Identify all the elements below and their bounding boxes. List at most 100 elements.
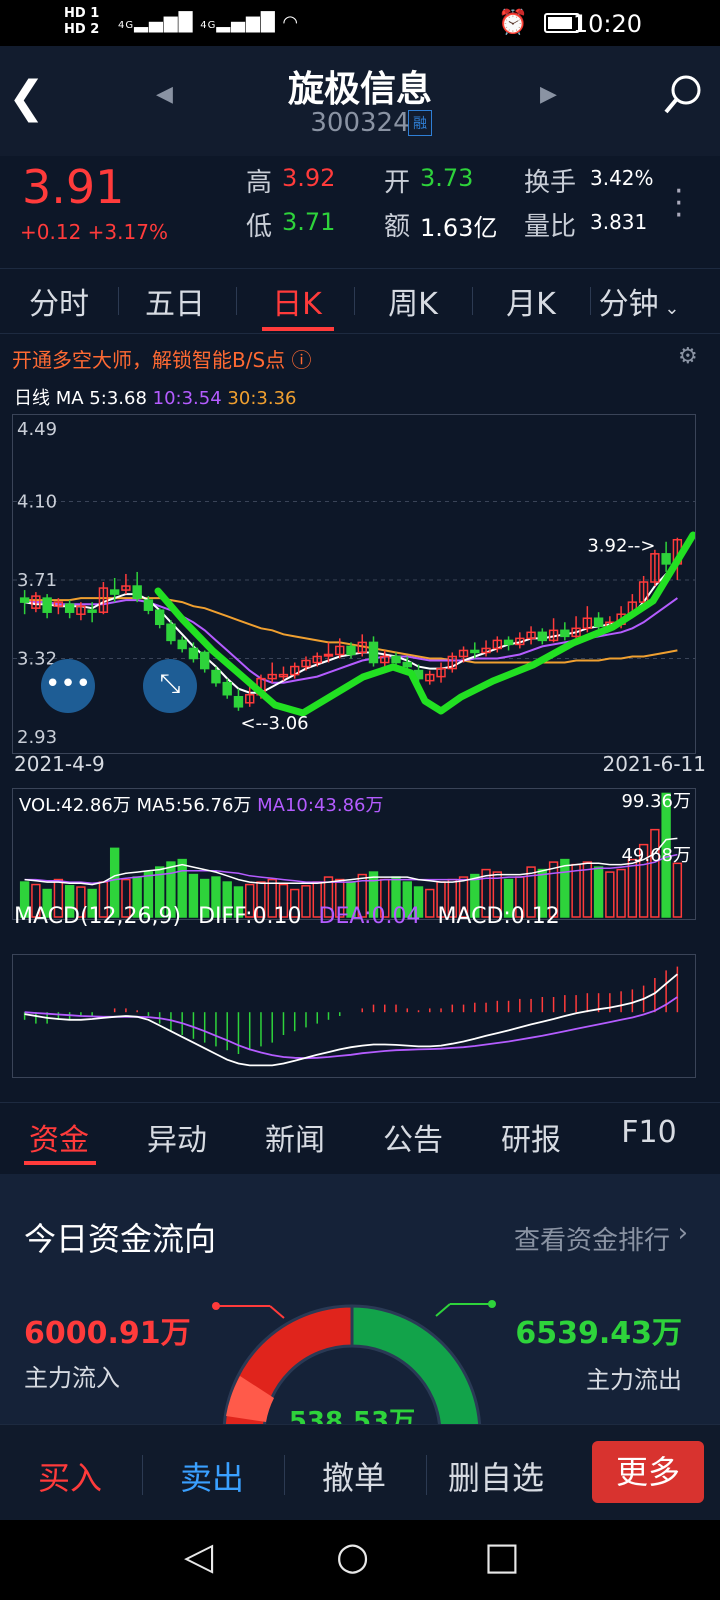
- more-options-icon[interactable]: · · ·: [674, 177, 684, 231]
- tab-news[interactable]: 新闻: [236, 1115, 354, 1159]
- tab-weekly-k[interactable]: 周K: [358, 279, 468, 323]
- tab-minute[interactable]: 分钟 ⌄: [584, 279, 694, 323]
- clock: 10:20: [572, 10, 642, 38]
- candle-body: [109, 589, 120, 595]
- tab-capital[interactable]: 资金: [0, 1115, 118, 1159]
- candle-body: [503, 639, 514, 646]
- candle-body: [368, 641, 379, 664]
- y-tick-label: 3.71: [17, 570, 57, 591]
- y-tick-label: 4.10: [17, 492, 57, 513]
- promo-banner[interactable]: 开通多空大师，解锁智能B/S点 ⓘ: [12, 344, 312, 373]
- candle-body: [391, 655, 401, 664]
- diff-line: [24, 973, 678, 1067]
- tab-five-day[interactable]: 五日: [120, 279, 230, 323]
- net-flow-value: 538.53万: [289, 1407, 415, 1424]
- tab-announcement[interactable]: 公告: [354, 1115, 472, 1159]
- chevron-down-icon: ⌄: [658, 298, 680, 319]
- candle-body: [470, 649, 480, 654]
- remove-watchlist-button[interactable]: 删自选: [426, 1453, 566, 1499]
- gear-icon[interactable]: ⚙: [678, 344, 698, 369]
- cellular-signal-icon: 4G▂▄▆█ 4G▂▄▆█ ◠: [118, 12, 300, 33]
- candle-body: [132, 585, 142, 599]
- trend-annotation-line: [154, 531, 697, 717]
- inflow-label: 主力流入: [24, 1364, 120, 1392]
- amount-value: 1.63亿: [420, 214, 498, 242]
- volume-ratio-value: 3.831: [590, 210, 648, 234]
- candle-body: [211, 669, 221, 684]
- high-annotation: 3.92-->: [587, 536, 655, 557]
- margin-badge: 融: [408, 110, 432, 136]
- candle-body: [200, 651, 210, 670]
- active-subtab-indicator: [24, 1161, 96, 1165]
- y-tick-label: 2.93: [17, 727, 57, 748]
- chart-start-date: 2021-4-9: [14, 752, 105, 776]
- volume-ratio-label: 量比: [524, 212, 577, 242]
- high-label: 高: [246, 168, 273, 198]
- volume-svg: VOL:42.86万 MA5:56.76万 MA10:43.86万 99.36万 4…: [19, 791, 691, 918]
- period-tabs: 分时 五日 日K 周K 月K 分钟 ⌄: [0, 268, 720, 334]
- trade-action-bar: 买入 卖出 撤单 删自选 更多: [0, 1424, 720, 1521]
- turnover-value: 3.42%: [590, 166, 654, 190]
- fullscreen-icon[interactable]: ⤡: [143, 659, 197, 713]
- volume-bar: [616, 868, 626, 918]
- candle-body: [661, 553, 671, 565]
- tab-movement[interactable]: 异动: [118, 1115, 236, 1159]
- tab-divider: [354, 287, 355, 315]
- kline-chart[interactable]: 4.49 4.10 3.71 3.32 2.93 3.92--> <--3.06 ••• ⤡: [12, 414, 697, 754]
- macd-svg: [23, 966, 679, 1067]
- tab-divider: [118, 287, 119, 315]
- tab-f10[interactable]: F10: [590, 1115, 708, 1150]
- low-annotation: <--3.06: [240, 713, 308, 734]
- candle-body: [166, 623, 176, 642]
- chart-menu-button[interactable]: •••: [41, 659, 95, 713]
- volume-chart[interactable]: VOL:42.86万 MA5:56.76万 MA10:43.86万 99.36万 4…: [12, 788, 696, 920]
- buy-button[interactable]: 买入: [0, 1453, 140, 1499]
- candle-body: [19, 597, 30, 603]
- candle-body: [233, 695, 244, 708]
- candle-body: [177, 639, 187, 650]
- chart-end-date: 2021-6-11: [602, 752, 706, 776]
- vol-ma10-label: MA10:43.86万: [257, 795, 383, 816]
- search-icon[interactable]: [664, 74, 704, 120]
- status-bar: HD 1 HD 2 4G▂▄▆█ 4G▂▄▆█ ◠ ⏰ 10:20: [0, 0, 720, 46]
- nav-home-icon[interactable]: ○: [336, 1534, 369, 1578]
- volume-bar: [571, 863, 581, 918]
- sell-button[interactable]: 卖出: [142, 1453, 282, 1499]
- outflow-label: 主力流出: [586, 1366, 682, 1394]
- stock-header: ❮ ◀ 旋极信息 300324 融 ▶: [0, 46, 720, 156]
- macd-chart[interactable]: [12, 954, 696, 1078]
- candle-body: [346, 645, 356, 656]
- quote-panel: 3.91 +0.12 +3.17% 高 3.92 低 3.71 开 3.73 额…: [0, 156, 720, 266]
- vol-mid-label: 49.68万: [621, 845, 691, 866]
- info-tabs: 资金 异动 新闻 公告 研报 F10: [0, 1102, 720, 1173]
- amount-label: 额: [384, 212, 411, 242]
- more-button[interactable]: 更多: [592, 1441, 704, 1503]
- tab-divider: [236, 287, 237, 315]
- nav-back-icon[interactable]: ◁: [184, 1534, 213, 1578]
- macd-legend: MACD(12,26,9) DIFF:0.10 DEA:0.04 MACD:0.…: [14, 904, 560, 929]
- candle-body: [143, 599, 154, 611]
- tab-research[interactable]: 研报: [472, 1115, 590, 1159]
- candle-body: [593, 617, 604, 628]
- capital-flow-title: 今日资金流向: [24, 1220, 217, 1258]
- nav-recents-icon[interactable]: □: [484, 1534, 520, 1578]
- volume-bar: [605, 871, 615, 918]
- cancel-order-button[interactable]: 撤单: [284, 1453, 424, 1499]
- chevron-right-icon: ›: [677, 1218, 688, 1248]
- volume-bar: [593, 866, 604, 918]
- tab-timeshare[interactable]: 分时: [4, 279, 114, 323]
- candle-body: [560, 629, 570, 638]
- dea-line: [24, 996, 678, 1060]
- tab-monthly-k[interactable]: 月K: [476, 279, 586, 323]
- next-stock-icon[interactable]: ▶: [540, 82, 557, 107]
- candle-body: [64, 603, 75, 613]
- inflow-value: 6000.91万: [24, 1316, 191, 1351]
- last-price: 3.91: [22, 160, 125, 214]
- capital-rank-link[interactable]: 查看资金排行: [514, 1220, 670, 1257]
- candle-body: [154, 609, 165, 626]
- candle-body: [402, 661, 412, 668]
- low-value: 3.71: [282, 208, 336, 236]
- tab-daily-k[interactable]: 日K: [242, 279, 352, 323]
- chevron-right-circle-icon: ⓘ: [291, 348, 312, 372]
- vol-ma5-label: MA5:56.76万: [137, 795, 258, 816]
